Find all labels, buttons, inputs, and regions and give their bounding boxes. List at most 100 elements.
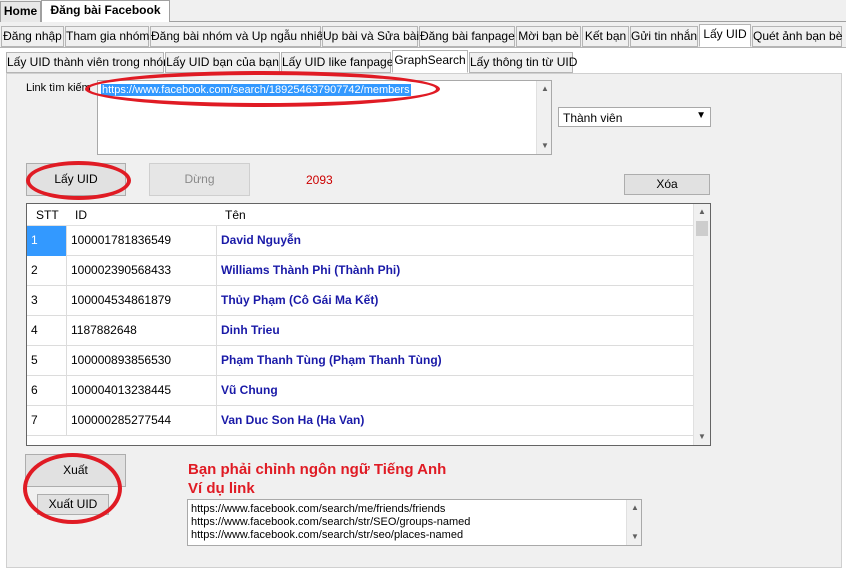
cell-name[interactable]: Dinh Trieu [217, 316, 693, 346]
subtab-uid-ban-cua-ban[interactable]: Lấy UID bạn của bạn [165, 52, 280, 73]
tab-label: Kết bạn [584, 29, 627, 43]
table-row[interactable]: 1 100001781836549 David Nguyễn [27, 226, 693, 256]
tab-label: Lấy UID bạn của bạn [166, 55, 279, 69]
cell-name[interactable]: Vũ Chung [217, 376, 693, 406]
export-button[interactable]: Xuất [25, 454, 126, 487]
cell-name[interactable]: David Nguyễn [217, 226, 693, 256]
example-link-label: Ví dụ link [188, 480, 255, 497]
member-type-value: Thành viên [563, 111, 623, 125]
cell-name[interactable]: Thủy Phạm (Cô Gái Ma Kết) [217, 286, 693, 316]
table-row[interactable]: 2 100002390568433 Williams Thành Phi (Thàn… [27, 256, 693, 286]
scroll-thumb[interactable] [696, 221, 708, 236]
cell-name[interactable]: Phạm Thanh Tùng (Phạm Thanh Tùng) [217, 346, 693, 376]
tab-label: Lấy UID thành viên trong nhóm [7, 55, 174, 69]
tab-label: Lấy UID [703, 27, 747, 41]
tab-tham-gia-nhom[interactable]: Tham gia nhóm [65, 26, 149, 47]
tab-label: Gửi tin nhắn [631, 29, 698, 43]
tab-dang-bai-fanpage[interactable]: Đăng bài fanpage [419, 26, 515, 47]
cell-stt[interactable]: 6 [27, 376, 67, 406]
tab-quet-anh-ban-be[interactable]: Quét ảnh bạn bè [752, 26, 842, 47]
get-uid-button[interactable]: Lấy UID [26, 163, 126, 196]
uid-count: 2093 [306, 173, 333, 187]
cell-id[interactable]: 100004013238445 [67, 376, 217, 406]
subtab-thong-tin-uid[interactable]: Lấy thông tin từ UID [469, 52, 577, 73]
tab-dang-bai-facebook[interactable]: Đăng bài Facebook [41, 0, 170, 23]
language-note: Bạn phải chỉnh ngôn ngữ Tiếng Anh [188, 461, 447, 478]
example-link: https://www.facebook.com/search/str/seo/… [191, 529, 464, 541]
cell-id[interactable]: 100000893856530 [67, 346, 217, 376]
tab-dang-nhap[interactable]: Đăng nhập [1, 26, 64, 47]
table-row[interactable]: 4 1187882648 Dinh Trieu [27, 316, 693, 346]
cell-stt[interactable]: 3 [27, 286, 67, 316]
tab-ket-ban[interactable]: Kết bạn [582, 26, 629, 47]
scroll-up-icon[interactable]: ▲ [537, 81, 553, 97]
subtab-uid-nhom[interactable]: Lấy UID thành viên trong nhóm [6, 52, 173, 73]
scroll-down-icon[interactable]: ▼ [627, 529, 643, 545]
cell-stt[interactable]: 7 [27, 406, 67, 436]
tab-lay-uid[interactable]: Lấy UID [699, 24, 751, 47]
cell-stt[interactable]: 2 [27, 256, 67, 286]
delete-button[interactable]: Xóa [624, 174, 710, 195]
table-row[interactable]: 6 100004013238445 Vũ Chung [27, 376, 693, 406]
link-input-text: https://www.facebook.com/search/18925463… [101, 84, 411, 96]
cell-stt[interactable]: 1 [27, 226, 67, 256]
scroll-up-icon[interactable]: ▲ [694, 204, 710, 220]
cell-name[interactable]: Williams Thành Phi (Thành Phi) [217, 256, 693, 286]
cell-id[interactable]: 100002390568433 [67, 256, 217, 286]
sub-tab-row: Lấy UID thành viên trong nhóm Lấy UID bạ… [0, 50, 846, 73]
tab-label: Up bài và Sửa bài [323, 29, 420, 43]
scroll-up-icon[interactable]: ▲ [627, 500, 643, 516]
tab-gui-tin-nhan[interactable]: Gửi tin nhắn [630, 26, 698, 47]
table-row[interactable]: 7 100000285277544 Van Duc Son Ha (Ha Van) [27, 406, 693, 436]
tab-label: Đăng bài nhóm và Up ngẫu nhiên [151, 29, 330, 43]
tab-home[interactable]: Home [0, 1, 41, 22]
cell-id[interactable]: 100001781836549 [67, 226, 217, 256]
example-links-box[interactable]: https://www.facebook.com/search/me/frien… [187, 499, 642, 546]
tab-label: GraphSearch [394, 53, 466, 67]
grid-header: STT ID Tên [27, 204, 693, 226]
cell-id[interactable]: 1187882648 [67, 316, 217, 346]
cell-stt[interactable]: 5 [27, 346, 67, 376]
table-row[interactable] [27, 436, 693, 445]
uid-grid[interactable]: STT ID Tên 1 100001781836549 David Nguyễn 2… [26, 203, 711, 446]
tab-label: Đăng bài fanpage [420, 29, 515, 43]
cell-name[interactable]: Van Duc Son Ha (Ha Van) [217, 406, 693, 436]
stop-button[interactable]: Dừng [149, 163, 250, 196]
tab-moi-ban-be[interactable]: Mời bạn bè [516, 26, 581, 47]
tab-up-bai[interactable]: Up bài và Sửa bài [322, 26, 420, 47]
header-stt[interactable]: STT [36, 208, 59, 222]
tab-dang-bai-facebook-label: Đăng bài Facebook [50, 3, 161, 17]
table-row[interactable]: 3 100004534861879 Thủy Phạm (Cô Gái Ma Kết… [27, 286, 693, 316]
subtab-graphsearch[interactable]: GraphSearch [392, 50, 468, 73]
cell-id[interactable]: 100004534861879 [67, 286, 217, 316]
tab-label: Lấy UID like fanpage [282, 55, 394, 69]
tab-label: Quét ảnh bạn bè [753, 29, 843, 43]
header-name[interactable]: Tên [225, 208, 246, 222]
example-links-scrollbar[interactable]: ▲ ▼ [626, 500, 641, 545]
top-tab-strip: Home Đăng bài Facebook [0, 0, 846, 23]
example-link: https://www.facebook.com/search/str/SEO/… [191, 516, 471, 528]
example-links-text: https://www.facebook.com/search/me/frien… [191, 503, 470, 542]
tab-label: Đăng nhập [3, 29, 62, 43]
tab-dang-bai-nhom[interactable]: Đăng bài nhóm và Up ngẫu nhiên [150, 26, 330, 47]
tab-label: Mời bạn bè [518, 29, 579, 43]
scroll-down-icon[interactable]: ▼ [537, 138, 553, 154]
link-input-scrollbar[interactable]: ▲ ▼ [536, 81, 551, 154]
member-type-select[interactable]: Thành viên ▼ [558, 107, 711, 127]
chevron-down-icon: ▼ [696, 110, 706, 121]
scroll-down-icon[interactable]: ▼ [694, 429, 710, 445]
export-uid-button[interactable]: Xuất UID [37, 494, 109, 515]
grid-scrollbar[interactable]: ▲ ▼ [693, 204, 710, 445]
link-input[interactable]: https://www.facebook.com/search/18925463… [97, 80, 552, 155]
example-link: https://www.facebook.com/search/me/frien… [191, 503, 446, 515]
main-tab-row: Đăng nhập Tham gia nhóm Đăng bài nhóm và… [0, 24, 846, 47]
header-id[interactable]: ID [75, 208, 87, 222]
link-label: Link tìm kiếm [26, 82, 91, 94]
tab-home-label: Home [3, 4, 38, 18]
subtab-uid-like-fanpage[interactable]: Lấy UID like fanpage [281, 52, 394, 73]
tab-label: Lấy thông tin từ UID [470, 55, 578, 69]
cell-id[interactable]: 100000285277544 [67, 406, 217, 436]
table-row[interactable]: 5 100000893856530 Phạm Thanh Tùng (Phạm Th… [27, 346, 693, 376]
tab-label: Tham gia nhóm [66, 29, 150, 43]
cell-stt[interactable]: 4 [27, 316, 67, 346]
